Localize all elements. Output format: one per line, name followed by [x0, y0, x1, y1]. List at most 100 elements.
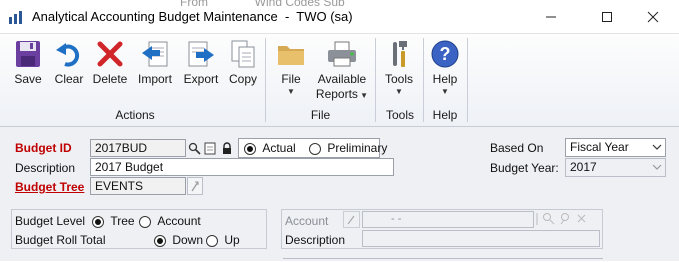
tree-radio[interactable]: Tree: [92, 214, 135, 228]
budget-form: Budget ID 2017BUD Actual Preliminary Bas…: [0, 127, 679, 261]
available-reports-button[interactable]: Available Reports ▼: [312, 38, 372, 102]
tools-menu-button[interactable]: Tools ▼: [380, 38, 418, 102]
title-bar: From Wind Codes Sub Analytical Accountin…: [0, 0, 679, 34]
copy-button[interactable]: Copy: [224, 38, 262, 102]
actual-label: Actual: [262, 141, 296, 155]
group-label-actions: Actions: [115, 108, 155, 122]
budget-id-label: Budget ID: [15, 141, 72, 155]
app-icon: [8, 10, 24, 24]
preliminary-radio-dot[interactable]: [309, 142, 321, 155]
down-radio-dot[interactable]: [154, 234, 166, 247]
delete-button[interactable]: Delete: [89, 38, 131, 102]
account-level-radio-dot[interactable]: [139, 215, 151, 228]
lookup-icon[interactable]: [187, 141, 201, 155]
printer-icon: [326, 40, 358, 71]
delete-x-icon: [96, 40, 124, 71]
clear-label: Clear: [54, 72, 84, 86]
export-icon: [186, 39, 216, 72]
budget-year-select[interactable]: 2017: [565, 158, 666, 177]
new-note-icon[interactable]: [203, 141, 217, 155]
lookup-icon[interactable]: [542, 212, 555, 228]
chevron-down-icon: ▼: [357, 91, 369, 100]
clear-button[interactable]: Clear: [50, 38, 88, 102]
up-label: Up: [224, 233, 240, 247]
tools-label: Tools: [384, 72, 413, 86]
based-on-value: Fiscal Year: [570, 140, 629, 154]
chevron-down-icon: ▼: [287, 87, 295, 96]
chevron-down-icon: [652, 141, 662, 155]
account-description-field[interactable]: [362, 230, 600, 247]
save-icon: [15, 40, 41, 71]
preliminary-radio[interactable]: Preliminary: [309, 141, 387, 155]
save-label: Save: [14, 72, 42, 86]
budget-tree-field[interactable]: EVENTS: [90, 177, 186, 195]
actual-radio-dot[interactable]: [244, 142, 256, 155]
window-title: Analytical Accounting Budget Maintenance…: [32, 9, 353, 24]
clear-x-icon[interactable]: [576, 213, 587, 227]
group-label-file: File: [310, 108, 331, 122]
help-label: Help: [432, 72, 458, 86]
available-reports-label: Available Reports ▼: [312, 72, 372, 103]
account-field[interactable]: - -: [362, 211, 534, 228]
copy-icon: [229, 39, 257, 72]
budget-year-value: 2017: [570, 160, 597, 174]
tree-label: Tree: [110, 214, 135, 228]
budget-level-label: Budget Level: [15, 214, 86, 228]
based-on-select[interactable]: Fiscal Year: [565, 138, 666, 157]
down-radio[interactable]: Down: [154, 233, 203, 247]
group-separator: [265, 38, 266, 122]
file-menu-button[interactable]: File ▼: [272, 38, 310, 102]
budget-id-field[interactable]: 2017BUD: [90, 139, 186, 157]
import-button[interactable]: Import: [134, 38, 176, 102]
maximize-button[interactable]: [591, 5, 623, 29]
folder-icon: [277, 42, 305, 69]
based-on-label: Based On: [490, 141, 544, 155]
delete-label: Delete: [92, 72, 128, 86]
account-tools: [536, 212, 600, 228]
chevron-down-icon: [652, 161, 662, 175]
file-label: File: [281, 72, 301, 86]
tree-lookup-icon[interactable]: [559, 212, 572, 228]
account-option-label: Account: [157, 214, 201, 228]
budget-year-label: Budget Year:: [490, 161, 559, 175]
partial-field-edge: [283, 258, 603, 262]
background-window-text: From Wind Codes Sub: [180, 0, 345, 9]
group-separator: [467, 38, 468, 122]
lock-icon[interactable]: [220, 141, 234, 155]
copy-label: Copy: [228, 72, 257, 86]
account-expand-icon[interactable]: [343, 211, 360, 228]
help-question-icon: ?: [430, 39, 460, 72]
roll-total-label: Budget Roll Total: [15, 233, 106, 247]
description-label: Description: [15, 161, 76, 175]
import-label: Import: [137, 72, 172, 86]
tree-radio-dot[interactable]: [92, 215, 104, 228]
budget-tree-link[interactable]: Budget Tree: [15, 180, 84, 194]
separator-icon: [536, 212, 538, 228]
down-label: Down: [172, 233, 204, 247]
up-radio-dot[interactable]: [206, 234, 218, 247]
minimize-button[interactable]: [535, 5, 567, 29]
account-label: Account: [285, 214, 329, 228]
actual-radio[interactable]: Actual: [244, 141, 296, 155]
description-field[interactable]: 2017 Budget: [90, 158, 394, 176]
chevron-down-icon: ▼: [395, 87, 403, 96]
wrench-screwdriver-icon: [385, 39, 413, 72]
group-separator: [375, 38, 376, 122]
account-level-radio[interactable]: Account: [139, 214, 201, 228]
up-radio[interactable]: Up: [206, 233, 240, 247]
help-menu-button[interactable]: ? Help ▼: [426, 38, 464, 102]
import-icon: [140, 39, 170, 72]
export-button[interactable]: Export: [180, 38, 222, 102]
preliminary-label: Preliminary: [327, 141, 388, 155]
account-description-label: Description: [285, 233, 346, 247]
toolbar-ribbon: Save Clear Delete Import Export Copy Act…: [0, 34, 679, 127]
export-label: Export: [183, 72, 219, 86]
save-button[interactable]: Save: [8, 38, 48, 102]
chevron-down-icon: ▼: [441, 87, 449, 96]
close-button[interactable]: [637, 5, 669, 29]
group-label-tools: Tools: [385, 108, 414, 122]
expand-tree-icon[interactable]: [187, 177, 203, 195]
group-label-help: Help: [432, 108, 458, 122]
svg-text:?: ?: [440, 44, 451, 64]
undo-arrow-icon: [55, 40, 83, 71]
